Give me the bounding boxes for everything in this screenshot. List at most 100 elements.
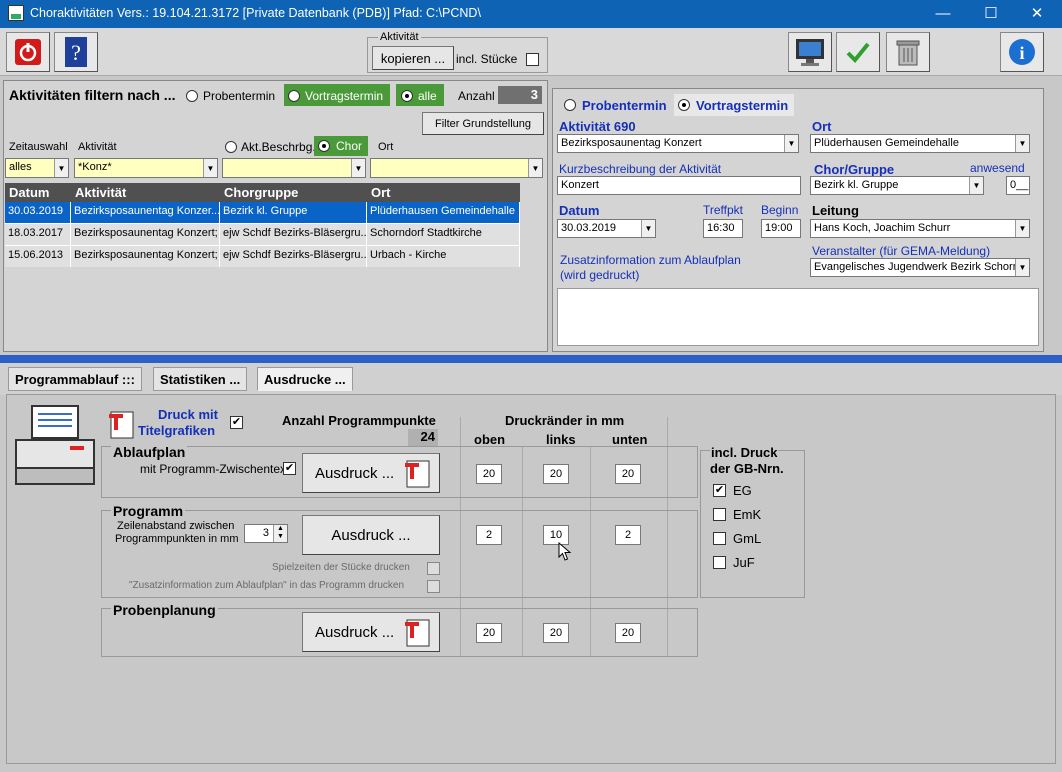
chevron-down-icon[interactable]: ▼	[1015, 135, 1029, 152]
zeitauswahl-label: Zeitauswahl	[9, 141, 68, 153]
zwischentext-checkbox[interactable]: ✔	[283, 462, 296, 475]
beginn-input[interactable]: 19:00	[761, 219, 801, 238]
table-row[interactable]: 15.06.2013 Bezirksposaunentag Konzert; e…	[5, 245, 520, 267]
col-header-aktivitaet[interactable]: Aktivität	[71, 183, 220, 202]
tab-statistiken[interactable]: Statistiken ...	[153, 367, 248, 391]
akt-select[interactable]: Bezirksposaunentag Konzert ▼	[557, 134, 799, 153]
proben-unten-input[interactable]: 20	[615, 623, 641, 643]
minimize-button[interactable]: —	[920, 0, 966, 28]
leitung-select[interactable]: Hans Koch, Joachim Schurr ▼	[810, 219, 1030, 238]
aktivitaet-value: *Konz*	[78, 161, 112, 173]
copy-button[interactable]: kopieren ...	[372, 46, 454, 70]
spinner-arrows-icon[interactable]: ▲ ▼	[273, 525, 287, 542]
veranstalter-select[interactable]: Evangelisches Jugendwerk Bezirk Schorn ▼	[810, 258, 1030, 277]
chor-label: Chor	[336, 139, 363, 153]
ablauf-unten-input[interactable]: 20	[615, 464, 641, 484]
zusatz-print-checkbox[interactable]	[427, 580, 440, 593]
gb-emk-checkbox[interactable]	[713, 508, 726, 521]
detail-vortrag-radio[interactable]	[678, 99, 690, 111]
incl-pieces-checkbox[interactable]	[526, 53, 539, 66]
tab-programmablauf[interactable]: Programmablauf :::	[8, 367, 142, 391]
cell-ort: Plüderhausen Gemeindehalle	[367, 202, 520, 223]
splitter[interactable]	[0, 355, 1062, 363]
close-button[interactable]: ✕	[1014, 0, 1060, 28]
datum-picker[interactable]: 30.03.2019 ▼	[557, 219, 656, 238]
confirm-button[interactable]	[836, 32, 880, 72]
monitor-button[interactable]	[788, 32, 832, 72]
ablaufplan-print-label: Ausdruck ...	[315, 464, 395, 482]
filter-proben-radio[interactable]	[186, 90, 198, 102]
cell-aktivitaet: Bezirksposaunentag Konzert;	[71, 224, 220, 245]
ablauf-oben-input[interactable]: 20	[476, 464, 502, 484]
info-icon: i	[1009, 39, 1035, 65]
chevron-down-icon[interactable]: ▼	[1015, 220, 1029, 237]
aktivitaet-select[interactable]: *Konz* ▼	[74, 158, 218, 178]
prog-oben-input[interactable]: 2	[476, 525, 502, 545]
gb-eg-checkbox[interactable]: ✔	[713, 484, 726, 497]
maximize-button[interactable]: ☐	[968, 0, 1014, 28]
filter-vortrag-label: Vortragstermin	[305, 89, 384, 103]
detail-ort-select[interactable]: Plüderhausen Gemeindehalle ▼	[810, 134, 1030, 153]
chor-select[interactable]: ▼	[222, 158, 366, 178]
filter-reset-button[interactable]: Filter Grundstellung	[422, 112, 544, 135]
zeitauswahl-select[interactable]: alles ▼	[5, 158, 69, 178]
links-label: links	[546, 432, 576, 447]
filter-vortrag-radio[interactable]	[288, 90, 300, 102]
ort-col-label: Ort	[378, 141, 394, 153]
table-row[interactable]: 18.03.2017 Bezirksposaunentag Konzert; e…	[5, 223, 520, 245]
chevron-down-icon[interactable]: ▼	[203, 159, 217, 177]
titelgrafik-checkbox[interactable]: ✔	[230, 416, 243, 429]
delete-button[interactable]	[886, 32, 930, 72]
col-header-chorgruppe[interactable]: Chorgruppe	[220, 183, 367, 202]
table-row[interactable]: 30.03.2019 Bezirksposaunentag Konzer... …	[5, 202, 520, 223]
col-header-ort[interactable]: Ort	[367, 183, 520, 202]
title-bar: Choraktivitäten Vers.: 19.104.21.3172 [P…	[0, 0, 1062, 28]
col-header-datum[interactable]: Datum	[5, 183, 71, 202]
spielzeiten-checkbox[interactable]	[427, 562, 440, 575]
chevron-down-icon[interactable]: ▼	[784, 135, 798, 152]
chor-radio[interactable]	[318, 140, 330, 152]
ort-label: Ort	[812, 119, 832, 134]
ablaufplan-print-button[interactable]: Ausdruck ...	[302, 453, 440, 493]
chevron-down-icon[interactable]: ▼	[1015, 259, 1029, 276]
anwesend-input[interactable]: 0__	[1006, 176, 1030, 195]
probenplanung-print-button[interactable]: Ausdruck ...	[302, 612, 440, 652]
filter-alle-radio[interactable]	[401, 90, 413, 102]
monitor-icon	[796, 39, 824, 66]
cell-chorgruppe: Bezirk kl. Gruppe	[220, 202, 367, 223]
gb-juf-checkbox[interactable]	[713, 556, 726, 569]
proben-links-input[interactable]: 20	[543, 623, 569, 643]
tab-ausdrucke[interactable]: Ausdrucke ...	[257, 367, 353, 391]
akt-beschr-radio[interactable]	[225, 141, 237, 153]
programm-print-button[interactable]: Ausdruck ...	[302, 515, 440, 555]
chor-gruppe-select[interactable]: Bezirk kl. Gruppe ▼	[810, 176, 984, 195]
chevron-down-icon[interactable]: ▼	[528, 159, 542, 177]
prog-unten-input[interactable]: 2	[615, 525, 641, 545]
chevron-down-icon[interactable]: ▼	[641, 220, 655, 237]
gb-gml-checkbox[interactable]	[713, 532, 726, 545]
info-button[interactable]: i	[1000, 32, 1044, 72]
spielzeiten-label: Spielzeiten der Stücke drucken	[272, 562, 410, 573]
chevron-down-icon[interactable]: ▼	[969, 177, 983, 194]
help-button[interactable]: ?	[54, 32, 98, 72]
title-graphic-icon	[109, 411, 134, 439]
power-button[interactable]	[6, 32, 50, 72]
zusatz-label-1: Zusatzinformation zum Ablaufplan	[560, 253, 741, 267]
activity-table: Datum Aktivität Chorgruppe Ort 30.03.201…	[5, 183, 520, 269]
treffpkt-input[interactable]: 16:30	[703, 219, 743, 238]
chevron-down-icon[interactable]: ▼	[54, 159, 68, 177]
ort-select[interactable]: ▼	[370, 158, 543, 178]
beginn-label: Beginn	[761, 203, 799, 217]
cell-datum: 15.06.2013	[5, 246, 71, 267]
cell-aktivitaet: Bezirksposaunentag Konzert;	[71, 246, 220, 267]
app-icon	[8, 5, 24, 21]
filter-alle-label: alle	[418, 89, 437, 103]
zusatz-textarea[interactable]	[557, 288, 1039, 346]
detail-proben-radio[interactable]	[564, 99, 576, 111]
proben-oben-input[interactable]: 20	[476, 623, 502, 643]
ablauf-links-input[interactable]: 20	[543, 464, 569, 484]
kurz-input[interactable]: Konzert	[557, 176, 801, 195]
chevron-down-icon[interactable]: ▼	[351, 159, 365, 177]
zeilenabstand-spinner[interactable]: 3 ▲ ▼	[244, 524, 288, 543]
cell-chorgruppe: ejw Schdf Bezirks-Bläsergru...	[220, 224, 367, 245]
